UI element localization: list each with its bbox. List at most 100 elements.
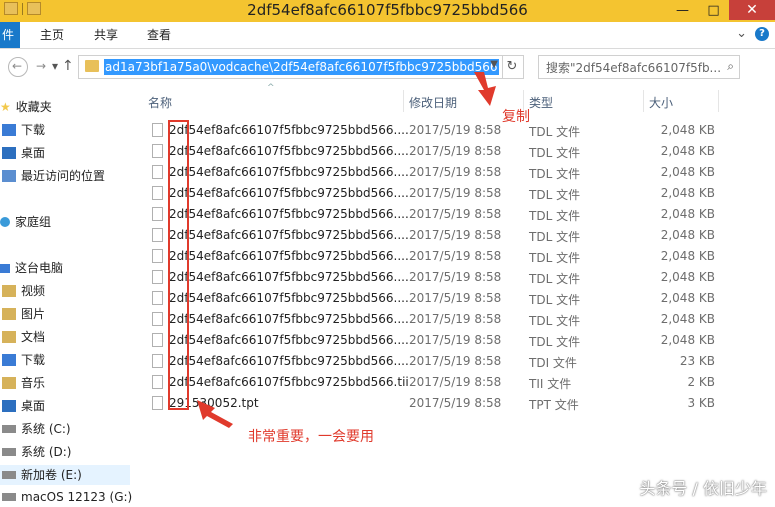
tab-share[interactable]: 共享 <box>94 22 118 48</box>
sidebar-item-videos[interactable]: 视频 <box>2 281 45 301</box>
column-header-modified[interactable]: 修改日期 <box>409 94 457 111</box>
file-type: TDL 文件 <box>529 293 581 307</box>
table-row[interactable]: 2df54ef8afc66107f5fbbc9725bbd566.... 2017… <box>140 351 775 372</box>
table-row[interactable]: 2df54ef8afc66107f5fbbc9725bbd566.... 2017… <box>140 204 775 225</box>
table-row[interactable]: 2df54ef8afc66107f5fbbc9725bbd566.... 2017… <box>140 267 775 288</box>
sidebar-item-this-pc[interactable]: 这台电脑 <box>0 258 63 278</box>
table-row[interactable]: 2df54ef8afc66107f5fbbc9725bbd566.... 2017… <box>140 288 775 309</box>
table-row[interactable]: 2df54ef8afc66107f5fbbc9725bbd566.... 2017… <box>140 120 775 141</box>
music-folder-icon <box>2 377 16 389</box>
column-header-type[interactable]: 类型 <box>529 94 553 111</box>
ribbon: 件 主页 共享 查看 ⌄ ? <box>0 22 775 49</box>
table-row[interactable]: 2df54ef8afc66107f5fbbc9725bbd566.... 2017… <box>140 246 775 267</box>
tab-view[interactable]: 查看 <box>147 22 171 48</box>
title-bar: 2df54ef8afc66107f5fbbc9725bbd566 — □ ✕ <box>0 0 775 22</box>
file-icon <box>152 207 163 221</box>
sidebar-item-drive-e[interactable]: 新加卷 (E:) <box>0 465 130 485</box>
search-icon[interactable]: ⌕ <box>727 59 734 74</box>
maximize-button[interactable]: □ <box>698 0 729 20</box>
file-type: TII 文件 <box>529 377 572 391</box>
sidebar-item-label: 下载 <box>21 123 46 137</box>
help-icon[interactable]: ? <box>755 27 769 41</box>
recent-locations-icon[interactable]: ▾ <box>52 59 58 73</box>
computer-icon <box>0 263 10 273</box>
file-type: TDL 文件 <box>529 167 581 181</box>
drive-icon <box>2 448 16 456</box>
annotation-copy-label: 复制 <box>502 109 530 125</box>
sidebar-item-label: 下载 <box>21 353 46 367</box>
homegroup-icon <box>0 217 10 227</box>
close-button[interactable]: ✕ <box>729 0 775 20</box>
table-row[interactable]: 2df54ef8afc66107f5fbbc9725bbd566.... 2017… <box>140 162 775 183</box>
sidebar-item-downloads[interactable]: 下载 <box>2 120 45 140</box>
sidebar-item-label: 音乐 <box>21 376 46 390</box>
refresh-button[interactable]: ↻ <box>501 55 524 79</box>
table-row[interactable]: 2df54ef8afc66107f5fbbc9725bbd566.... 2017… <box>140 183 775 204</box>
file-type: TDL 文件 <box>529 209 581 223</box>
sidebar-item-pictures[interactable]: 图片 <box>2 304 45 324</box>
sidebar-item-favorites[interactable]: ★ 收藏夹 <box>0 97 52 117</box>
table-row[interactable]: 2df54ef8afc66107f5fbbc9725bbd566.... 2017… <box>140 225 775 246</box>
sidebar-item-drive-c[interactable]: 系统 (C:) <box>2 419 71 439</box>
file-name: 2df54ef8afc66107f5fbbc9725bbd566.... <box>169 270 409 284</box>
column-divider[interactable] <box>643 90 644 112</box>
table-row[interactable]: 2df54ef8afc66107f5fbbc9725bbd566.... 2017… <box>140 141 775 162</box>
sidebar-item-label: 视频 <box>21 284 46 298</box>
videos-folder-icon <box>2 285 16 297</box>
column-divider[interactable] <box>403 90 404 112</box>
address-bar[interactable]: ad1a73bf1a75a0\vodcache\2df54ef8afc66107… <box>78 55 503 79</box>
sidebar-item-desktop[interactable]: 桌面 <box>2 143 45 163</box>
pictures-folder-icon <box>2 308 16 320</box>
file-modified: 2017/5/19 8:58 <box>409 291 502 305</box>
file-size: 2,048 KB <box>660 186 715 200</box>
file-name: 2df54ef8afc66107f5fbbc9725bbd566.... <box>169 354 409 368</box>
file-size: 23 KB <box>679 354 715 368</box>
sidebar-item-homegroup[interactable]: 家庭组 <box>0 212 51 232</box>
sidebar-item-label: 系统 (D:) <box>21 445 72 459</box>
sidebar-item-label: 家庭组 <box>15 215 52 229</box>
sidebar-item-drive-d[interactable]: 系统 (D:) <box>2 442 71 462</box>
forward-arrow-icon[interactable]: → <box>36 59 46 73</box>
file-icon <box>152 354 163 368</box>
table-row[interactable]: 2df54ef8afc66107f5fbbc9725bbd566.... 2017… <box>140 330 775 351</box>
table-row[interactable]: 2df54ef8afc66107f5fbbc9725bbd566.... 2017… <box>140 309 775 330</box>
tab-home[interactable]: 主页 <box>40 22 64 48</box>
file-name: 2df54ef8afc66107f5fbbc9725bbd566.... <box>169 123 409 137</box>
sidebar-item-drive-g[interactable]: macOS 12123 (G:) <box>2 487 132 507</box>
downloads-folder-icon <box>2 354 16 366</box>
minimize-button[interactable]: — <box>667 0 698 20</box>
navigation-pane: ★ 收藏夹 下载 桌面 最近访问的位置 家庭组 这台电脑 视频 图片 文档 下载… <box>0 86 140 504</box>
file-modified: 2017/5/19 8:58 <box>409 186 502 200</box>
chevron-down-icon[interactable]: ⌄ <box>736 27 747 40</box>
window-controls: — □ ✕ <box>667 0 775 20</box>
sidebar-item-label: 桌面 <box>21 146 46 160</box>
file-size: 2,048 KB <box>660 270 715 284</box>
file-name: 2df54ef8afc66107f5fbbc9725bbd566.... <box>169 312 409 326</box>
up-arrow-icon[interactable]: ↑ <box>62 58 74 74</box>
file-name: 2df54ef8afc66107f5fbbc9725bbd566.tii <box>169 375 409 389</box>
file-icon <box>152 291 163 305</box>
tab-file[interactable]: 件 <box>0 22 20 48</box>
file-name: 2df54ef8afc66107f5fbbc9725bbd566.... <box>169 249 409 263</box>
table-row[interactable]: 2df54ef8afc66107f5fbbc9725bbd566.tii 2017… <box>140 372 775 393</box>
file-type: TDL 文件 <box>529 314 581 328</box>
sidebar-item-desktop-pc[interactable]: 桌面 <box>2 396 45 416</box>
file-type: TDL 文件 <box>529 272 581 286</box>
file-modified: 2017/5/19 8:58 <box>409 396 502 410</box>
address-path[interactable]: ad1a73bf1a75a0\vodcache\2df54ef8afc66107… <box>104 59 499 75</box>
file-size: 3 KB <box>687 396 715 410</box>
file-type: TDL 文件 <box>529 230 581 244</box>
column-divider[interactable] <box>718 90 719 112</box>
search-input[interactable]: 搜索"2df54ef8afc66107f5fb... ⌕ <box>538 55 740 79</box>
column-header-name[interactable]: 名称 <box>148 94 172 111</box>
sidebar-item-music[interactable]: 音乐 <box>2 373 45 393</box>
annotation-arrow-shape <box>197 400 233 428</box>
chevron-down-icon[interactable]: ▼ <box>490 59 498 70</box>
file-size: 2,048 KB <box>660 228 715 242</box>
folder-icon <box>85 60 99 72</box>
sidebar-item-documents[interactable]: 文档 <box>2 327 45 347</box>
sidebar-item-recent-places[interactable]: 最近访问的位置 <box>2 166 105 186</box>
annotation-arrow-shape <box>474 72 496 106</box>
sidebar-item-downloads-pc[interactable]: 下载 <box>2 350 45 370</box>
column-header-size[interactable]: 大小 <box>649 94 673 111</box>
